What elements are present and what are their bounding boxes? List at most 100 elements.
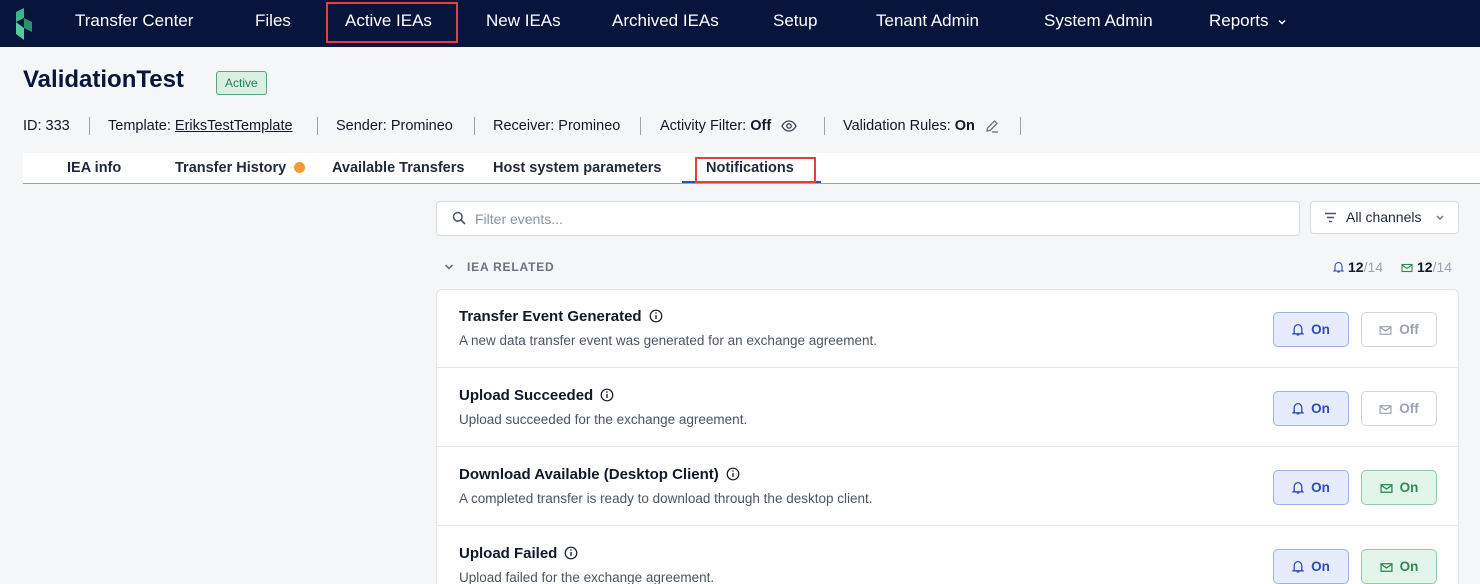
filter-events-input[interactable] (475, 202, 1275, 235)
unread-dot-icon (294, 162, 306, 173)
nav-new-ieas[interactable]: New IEAs (486, 0, 561, 42)
tab-host-system-parameters[interactable]: Host system parameters (493, 153, 661, 183)
channels-dropdown[interactable]: All channels (1310, 201, 1459, 234)
receiver-info: Receiver: Promineo (493, 118, 621, 134)
mail-icon (1401, 263, 1413, 273)
mail-toggle-button[interactable]: Off (1361, 312, 1437, 347)
active-nav-highlight (326, 2, 458, 43)
nav-reports-label: Reports (1209, 11, 1269, 30)
mail-off-icon (1379, 405, 1392, 414)
bell-icon (1333, 261, 1344, 273)
nav-system-admin[interactable]: System Admin (1044, 0, 1153, 42)
mail-toggle-label: On (1399, 559, 1419, 574)
validation-rules-label: Validation Rules: (843, 118, 951, 134)
search-box (436, 201, 1300, 236)
info-icon[interactable] (726, 467, 740, 481)
event-title-text: Upload Succeeded (459, 387, 594, 404)
validation-rules-value: On (954, 118, 975, 134)
event-description: Upload succeeded for the exchange agreem… (459, 412, 748, 427)
chevron-down-icon (1436, 215, 1444, 220)
nav-archived-ieas[interactable]: Archived IEAs (612, 0, 719, 42)
template-info: Template: EriksTestTemplate (108, 116, 293, 136)
mail-toggle-button[interactable]: On (1361, 470, 1437, 505)
bell-toggle-label: On (1311, 401, 1330, 416)
event-title: Transfer Event Generated (459, 308, 663, 326)
event-title: Download Available (Desktop Client) (459, 466, 740, 484)
bell-icon (1292, 323, 1305, 336)
info-icon[interactable] (564, 546, 578, 560)
events-list: Transfer Event Generated A new data tran… (436, 289, 1459, 584)
tab-iea-info[interactable]: IEA info (67, 153, 121, 183)
validation-rules-info: Validation Rules: On (843, 116, 999, 136)
activity-filter-value: Off (750, 118, 772, 134)
event-row-upload-failed: Upload Failed Upload failed for the exch… (437, 527, 1458, 584)
mail-icon (1380, 563, 1393, 572)
divider (474, 117, 475, 135)
nav-reports[interactable]: Reports (1209, 0, 1287, 42)
tab-available-transfers[interactable]: Available Transfers (332, 153, 464, 183)
nav-setup[interactable]: Setup (773, 0, 817, 42)
status-badge: Active (216, 71, 267, 95)
bell-toggle-button[interactable]: On (1273, 312, 1349, 347)
mail-icon (1380, 484, 1393, 493)
event-title-text: Download Available (Desktop Client) (459, 466, 719, 483)
divider (824, 117, 825, 135)
mail-count: 12/14 (1401, 257, 1452, 277)
app-logo-icon[interactable] (14, 8, 34, 40)
bell-icon (1292, 560, 1305, 573)
page-title: ValidationTest (23, 66, 184, 93)
bell-icon (1292, 481, 1305, 494)
event-description: A completed transfer is ready to downloa… (459, 491, 873, 506)
edit-icon[interactable] (985, 119, 999, 133)
nav-tenant-admin[interactable]: Tenant Admin (876, 0, 979, 42)
tab-transfer-history-label: Transfer History (175, 160, 287, 176)
event-row-download-available: Download Available (Desktop Client) A co… (437, 448, 1458, 526)
mail-toggle-label: Off (1399, 401, 1419, 416)
collapse-chevron-icon[interactable] (443, 261, 455, 273)
event-row-upload-succeeded: Upload Succeeded Upload succeeded for th… (437, 369, 1458, 447)
bell-toggle-label: On (1311, 480, 1330, 495)
event-description: A new data transfer event was generated … (459, 333, 878, 348)
filter-icon (1325, 212, 1336, 223)
bell-toggle-button[interactable]: On (1273, 470, 1349, 505)
bell-count-value: 12 (1348, 259, 1364, 275)
chevron-down-icon (1278, 19, 1286, 25)
iea-id: ID: 333 (23, 118, 70, 134)
bell-toggle-button[interactable]: On (1273, 549, 1349, 584)
info-icon[interactable] (649, 309, 663, 323)
nav-files[interactable]: Files (255, 0, 291, 42)
channels-label: All channels (1346, 209, 1422, 225)
mail-toggle-label: Off (1399, 322, 1419, 337)
bell-icon (1292, 402, 1305, 415)
tab-transfer-history[interactable]: Transfer History (175, 153, 306, 183)
activity-filter-info: Activity Filter: Off (660, 116, 797, 136)
nav-transfer-center[interactable]: Transfer Center (75, 0, 193, 42)
bell-toggle-label: On (1311, 559, 1330, 574)
bell-count-total: /14 (1363, 259, 1384, 275)
event-title-text: Transfer Event Generated (459, 308, 642, 325)
section-title: IEA RELATED (467, 260, 555, 274)
event-row-transfer-event-generated: Transfer Event Generated A new data tran… (437, 290, 1458, 368)
bell-toggle-label: On (1311, 322, 1330, 337)
sender-info: Sender: Promineo (336, 118, 453, 134)
mail-count-total: /14 (1432, 259, 1453, 275)
event-title: Upload Failed (459, 545, 578, 563)
active-tab-highlight (695, 157, 816, 183)
template-label: Template: (108, 118, 171, 134)
mail-toggle-label: On (1399, 480, 1419, 495)
mail-count-value: 12 (1417, 259, 1433, 275)
mail-off-icon (1379, 326, 1392, 335)
eye-icon[interactable] (781, 120, 797, 132)
activity-filter-label: Activity Filter: (660, 118, 747, 134)
event-description: Upload failed for the exchange agreement… (459, 570, 715, 584)
search-icon (452, 211, 466, 225)
mail-toggle-button[interactable]: Off (1361, 391, 1437, 426)
template-link[interactable]: EriksTestTemplate (175, 118, 293, 134)
top-nav: Transfer Center Files Active IEAs New IE… (0, 0, 1480, 47)
info-icon[interactable] (600, 388, 614, 402)
divider (640, 117, 641, 135)
divider (317, 117, 318, 135)
mail-toggle-button[interactable]: On (1361, 549, 1437, 584)
bell-toggle-button[interactable]: On (1273, 391, 1349, 426)
divider (1020, 117, 1021, 135)
